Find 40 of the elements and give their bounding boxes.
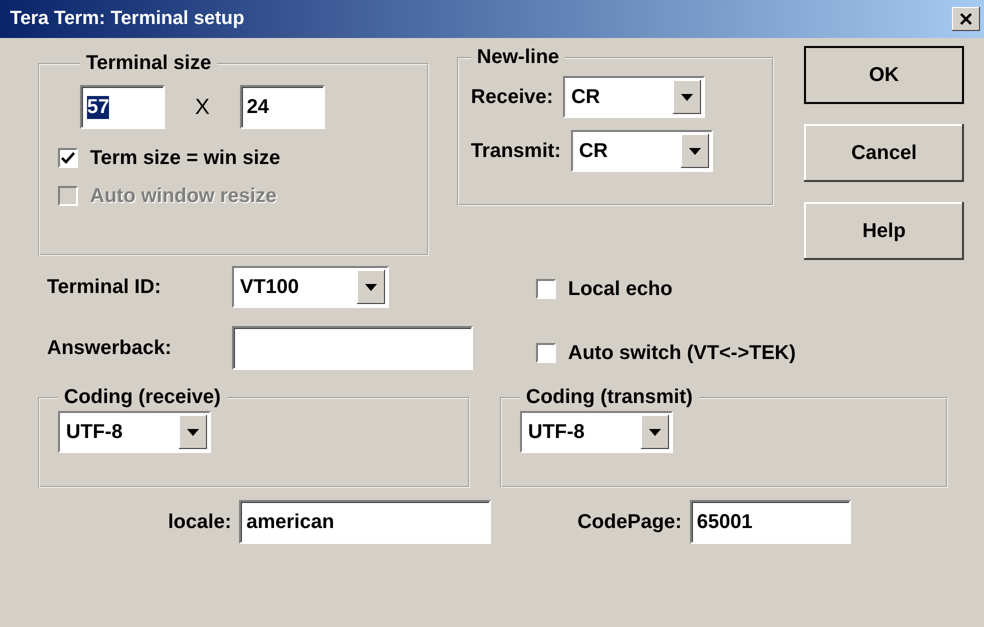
codepage-field[interactable]: 65001 [690,500,851,544]
caret-icon [649,428,661,436]
terminal-id-label: Terminal ID: [47,276,162,298]
dropdown[interactable]: VT100 [232,266,389,308]
close-button[interactable] [952,7,980,31]
caret-icon [681,94,694,100]
window-title: Tera Term: Terminal setup [10,8,244,30]
caret-icon [365,284,377,290]
group-label: Coding (receive) [63,386,222,409]
checkbox-label: Auto switch (VT<->TEK) [568,342,796,364]
dialog-button[interactable]: Cancel [804,124,964,182]
dropdown[interactable]: UTF-8 [58,411,211,453]
checkbox[interactable] [58,148,78,168]
columns-field[interactable]: 57 [80,85,165,129]
checkbox-label: Auto window resize [90,184,277,208]
group-label: New-line [476,46,560,69]
check-icon [61,152,75,164]
dialog-button[interactable]: Help [804,202,964,260]
rows-field[interactable]: 24 [240,85,325,129]
checkbox[interactable] [536,343,556,363]
dropdown[interactable]: UTF-8 [520,411,673,453]
checkbox-label: Local echo [568,278,672,300]
dropdown[interactable]: CR [563,76,706,118]
codepage-label: CodePage: [577,510,682,534]
answerback-field[interactable] [232,326,473,370]
locale-field[interactable]: american [239,500,492,544]
group-label: Coding (transmit) [525,386,694,409]
receive-label: Receive: [470,86,554,108]
dialog-button[interactable]: OK [804,46,964,104]
checkbox[interactable] [536,279,556,299]
times-sign: X [195,94,210,120]
group-label: Terminal size [85,52,212,75]
caret-icon [187,428,199,436]
answerback-label: Answerback: [47,336,172,360]
dropdown[interactable]: CR [570,130,713,172]
close-icon [960,13,972,25]
checkbox-label: Term size = win size [90,146,280,170]
locale-label: locale: [168,510,232,534]
caret-icon [688,148,701,154]
transmit-label: Transmit: [470,140,561,162]
